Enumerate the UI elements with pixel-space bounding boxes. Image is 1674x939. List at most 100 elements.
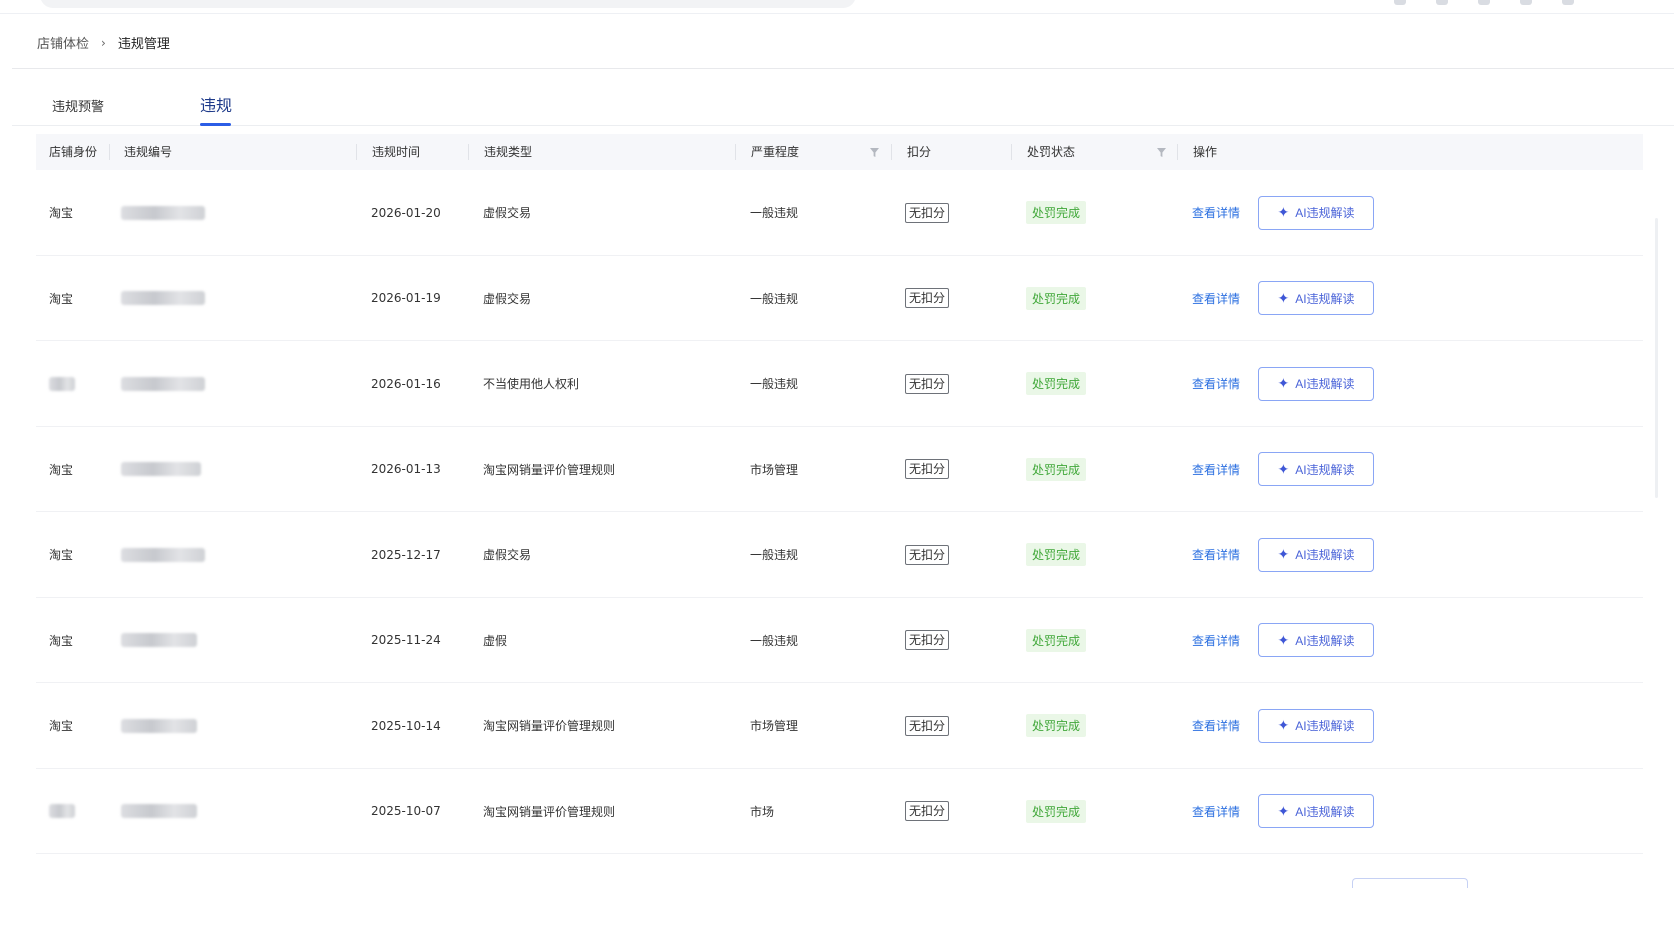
violation-type: 淘宝网销量评价管理规则 [483, 462, 616, 477]
ai-interpret-label: AI违规解读 [1295, 633, 1355, 648]
view-details-link[interactable]: 查看详情 [1192, 290, 1240, 307]
violation-id-redacted [121, 376, 205, 391]
violation-type: 不当使用他人权利 [483, 377, 580, 391]
toolbar-icon[interactable] [1436, 0, 1448, 5]
violation-date: 2026-01-20 [371, 205, 441, 220]
score-badge: 无扣分 [905, 373, 950, 394]
violation-type: 虚假交易 [483, 548, 532, 562]
toolbar-icon[interactable] [1562, 0, 1574, 5]
view-details-link[interactable]: 查看详情 [1192, 204, 1240, 221]
shop-identity: 淘宝 [49, 633, 74, 648]
tab-bar: 违规预警 违规 [12, 86, 1674, 126]
status-badge: 处罚完成 [1026, 543, 1087, 566]
violation-id-redacted [121, 547, 205, 562]
view-details-link[interactable]: 查看详情 [1192, 717, 1240, 734]
shop-identity: 淘宝 [49, 719, 74, 733]
column-divider [891, 144, 892, 160]
severity-level: 一般违规 [750, 633, 799, 648]
status-badge: 处罚完成 [1026, 714, 1087, 737]
view-details-link[interactable]: 查看详情 [1192, 375, 1240, 392]
status-badge: 处罚完成 [1026, 628, 1087, 652]
ai-interpret-button[interactable]: ✦ AI违规解读 [1258, 537, 1374, 572]
shop-identity: 淘宝 [49, 291, 74, 306]
ai-interpret-label: AI违规解读 [1295, 548, 1355, 562]
toolbar-icon[interactable] [1394, 0, 1406, 5]
breadcrumb: 店铺体检 › 违规管理 [37, 33, 170, 53]
score-badge: 无扣分 [905, 202, 950, 223]
ai-interpret-button[interactable]: ✦ AI违规解读 [1258, 366, 1374, 401]
shop-identity-redacted [49, 376, 75, 391]
ai-interpret-button[interactable]: ✦ AI违规解读 [1258, 281, 1374, 315]
violation-date: 2026-01-16 [371, 376, 441, 391]
ai-interpret-button[interactable]: ✦ AI违规解读 [1258, 708, 1374, 743]
severity-level: 一般违规 [750, 377, 799, 391]
column-divider [356, 144, 357, 160]
violation-type: 虚假 [483, 633, 508, 648]
violation-date: 2025-10-07 [371, 804, 441, 818]
severity-level: 市场 [750, 804, 775, 819]
ai-interpret-button[interactable]: ✦ AI违规解读 [1258, 794, 1374, 828]
violation-id-redacted [121, 718, 197, 733]
severity-level: 市场管理 [750, 462, 799, 477]
toolbar-icon[interactable] [1478, 0, 1490, 5]
column-divider [468, 144, 469, 160]
violation-id-redacted [121, 291, 205, 305]
filter-icon[interactable] [870, 148, 879, 157]
filter-icon[interactable] [1157, 148, 1166, 157]
scrollbar[interactable] [1655, 218, 1658, 498]
table-row: 淘宝 2026-01-20 虚假交易 一般违规 无扣分 处罚完成 查看详情 ✦ AI违规解读 [36, 170, 1643, 256]
tab-violation[interactable]: 违规 [200, 92, 232, 116]
tab-violation-warning[interactable]: 违规预警 [52, 96, 104, 115]
violation-type: 虚假交易 [483, 206, 532, 220]
status-badge: 处罚完成 [1026, 799, 1087, 823]
column-header-id: 违规编号 [124, 145, 173, 159]
view-details-link[interactable]: 查看详情 [1192, 461, 1240, 478]
sparkle-icon: ✦ [1277, 631, 1290, 648]
view-details-link[interactable]: 查看详情 [1192, 632, 1240, 649]
violation-type: 虚假交易 [483, 291, 532, 306]
severity-level: 一般违规 [750, 291, 799, 306]
column-header-type: 违规类型 [484, 145, 533, 159]
breadcrumb-current: 违规管理 [117, 37, 170, 52]
status-badge: 处罚完成 [1026, 286, 1087, 310]
score-badge: 无扣分 [905, 459, 950, 479]
score-badge: 无扣分 [905, 544, 950, 565]
ai-interpret-button[interactable]: ✦ AI违规解读 [1258, 623, 1374, 657]
severity-level: 一般违规 [750, 548, 799, 562]
active-tab-indicator [200, 123, 231, 126]
column-divider [1011, 144, 1012, 160]
score-badge: 无扣分 [905, 288, 950, 308]
table-row: 淘宝 2025-10-14 淘宝网销量评价管理规则 市场管理 无扣分 处罚完成 查看详情 ✦ A… [36, 683, 1643, 769]
ai-interpret-button[interactable]: ✦ AI违规解读 [1258, 452, 1374, 486]
table-body: 淘宝 2026-01-20 虚假交易 一般违规 无扣分 处罚完成 查看详情 ✦ AI违规解读 淘宝… [36, 170, 1643, 854]
table-row: 淘宝 2025-12-17 虚假交易 一般违规 无扣分 处罚完成 查看详情 ✦ AI违规解读 [36, 512, 1643, 598]
sparkle-icon: ✦ [1277, 289, 1290, 306]
view-details-link[interactable]: 查看详情 [1192, 546, 1240, 563]
address-bar[interactable] [40, 0, 856, 8]
table-header: 店铺身份 违规编号 违规时间 违规类型 严重程度 扣分 处罚状态 操作 [36, 134, 1643, 170]
chevron-right-icon: › [101, 35, 106, 50]
severity-level: 一般违规 [750, 206, 799, 220]
column-header-identity: 店铺身份 [49, 145, 98, 159]
ai-interpret-button[interactable]: ✦ AI违规解读 [1258, 195, 1374, 230]
column-divider [1177, 144, 1178, 160]
ai-interpret-label: AI违规解读 [1295, 719, 1355, 733]
shop-identity-redacted [49, 804, 75, 818]
view-details-link[interactable]: 查看详情 [1192, 803, 1240, 820]
header-divider [12, 68, 1674, 69]
column-header-severity: 严重程度 [751, 145, 800, 159]
sparkle-icon: ✦ [1277, 204, 1290, 220]
status-badge: 处罚完成 [1026, 457, 1087, 481]
violation-date: 2025-10-14 [371, 718, 441, 733]
status-badge: 处罚完成 [1026, 372, 1087, 395]
ai-interpret-button-partial[interactable] [1352, 878, 1468, 888]
column-divider [735, 144, 736, 160]
status-badge: 处罚完成 [1026, 201, 1087, 224]
breadcrumb-parent[interactable]: 店铺体检 [37, 33, 89, 52]
toolbar-icon[interactable] [1520, 0, 1532, 5]
column-header-date: 违规时间 [372, 145, 421, 159]
violation-date: 2026-01-13 [371, 462, 441, 476]
column-header-status: 处罚状态 [1027, 145, 1076, 159]
column-header-actions: 操作 [1193, 145, 1218, 159]
sparkle-icon: ✦ [1277, 546, 1290, 562]
